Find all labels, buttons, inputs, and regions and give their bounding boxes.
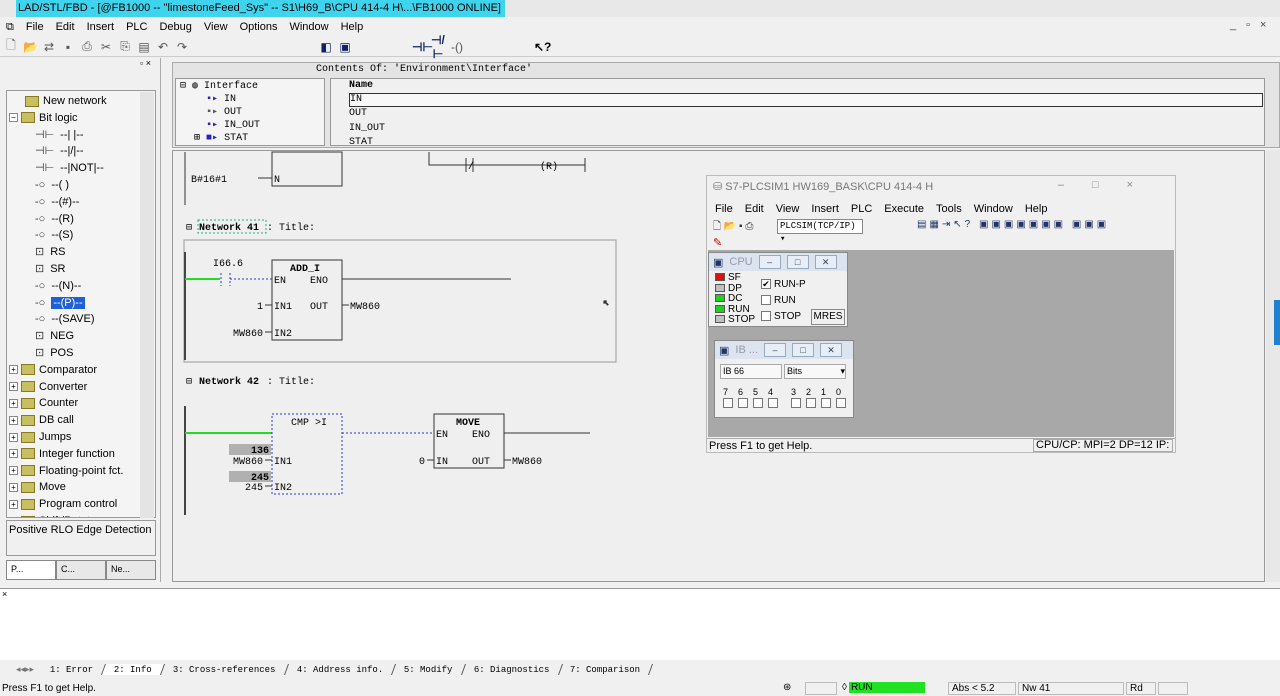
menu-tools[interactable]: Tools — [930, 200, 968, 218]
mode-checkbox-stop[interactable]: STOP — [761, 309, 806, 325]
plcsim-toolbar: 🗋 📂 ▪ ⎙ — [713, 221, 754, 232]
pin-en: EN — [436, 430, 448, 441]
bit-6[interactable]: 6 — [738, 387, 753, 408]
pin-in2: IN2 — [274, 483, 292, 494]
plcsim-title: ⛁ S7-PLCSIM1 HW169_BASK\CPU 414-4 H — [713, 181, 934, 193]
plcsim-insert-toolbar: ▤▦⇥↖? ▣▣▣▣▣▣▣ ▣▣▣ — [917, 219, 1110, 230]
pin-icon[interactable]: ✎ — [713, 236, 722, 249]
tab-output[interactable]: 2: Info — [102, 663, 166, 675]
abs-status: Abs < 5.2 — [948, 682, 1016, 695]
bit-1[interactable]: 1 — [821, 387, 836, 408]
in2-value[interactable]: 245 — [245, 483, 263, 494]
n-input-value: B#16#1 — [191, 175, 227, 186]
pin-in1: IN1 — [274, 457, 292, 468]
network-42-label[interactable]: Network 42 — [199, 376, 259, 388]
menu-execute[interactable]: Execute — [878, 200, 930, 218]
tab-output[interactable]: 7: Comparison — [558, 663, 654, 675]
in-value[interactable]: 0 — [419, 457, 425, 468]
n-pin-label: N — [274, 175, 280, 186]
out-value[interactable]: MW860 — [350, 302, 380, 313]
pin-out: OUT — [310, 302, 328, 313]
cpu-subwindow: ▣ CPU – □ ✕ SF DP DC RUN STOP ✔ RUN-P RUN STOP MRES — [708, 252, 848, 327]
in1-value[interactable]: MW860 — [233, 457, 263, 468]
bit-4[interactable]: 4 — [768, 387, 783, 408]
ib-subwindow: ▣ IB ... – □ ✕ IB 66 Bits ▾ 76543210 — [714, 340, 854, 418]
bit-0[interactable]: 0 — [836, 387, 851, 408]
menu-insert[interactable]: Insert — [805, 200, 845, 218]
network-42-title[interactable]: : Title: — [267, 376, 315, 388]
rd-status: Rd — [1126, 682, 1156, 695]
collapse-icon[interactable]: ⊟ — [186, 223, 192, 234]
bit-7[interactable]: 7 — [723, 387, 738, 408]
tab-output[interactable]: 6: Diagnostics — [461, 663, 563, 675]
contact-address: I66.6 — [213, 259, 243, 270]
pin-in1: IN1 — [274, 302, 292, 313]
menu-file[interactable]: File — [709, 200, 739, 218]
cpu-mode-status: ◊ RUN — [842, 682, 932, 695]
move-box-title[interactable]: MOVE — [456, 418, 480, 429]
reset-coil[interactable]: (R) — [540, 161, 558, 173]
tab-output[interactable]: 1: Error — [38, 663, 107, 675]
tab-output[interactable]: 4: Address info. — [284, 663, 397, 675]
mode-checkbox-run-p[interactable]: ✔ RUN-P — [761, 277, 806, 293]
pin-eno: ENO — [472, 430, 490, 441]
menu-edit[interactable]: Edit — [739, 200, 770, 218]
cmp-box-title[interactable]: CMP >I — [291, 418, 327, 429]
menu-view[interactable]: View — [770, 200, 806, 218]
bit-2[interactable]: 2 — [806, 387, 821, 408]
plcsim-menu: File Edit View Insert PLC Execute Tools Window H… — [709, 200, 1053, 218]
add-i-box-title[interactable]: ADD_I — [290, 264, 320, 275]
pin-out: OUT — [472, 457, 490, 468]
mode-checkbox-run[interactable]: RUN — [761, 293, 806, 309]
pin-eno: ENO — [310, 276, 328, 287]
online-icon: ⊛ — [783, 682, 792, 693]
output-tabs: ◂◂▸▸ 1: Error 2: Info 3: Cross-references 4:… — [0, 660, 1280, 678]
tab-output[interactable]: 5: Modify — [392, 663, 466, 675]
bit-5[interactable]: 5 — [753, 387, 768, 408]
network-status: Nw 41 — [1018, 682, 1124, 695]
bit-3[interactable]: 3 — [791, 387, 806, 408]
in1-value[interactable]: 1 — [257, 302, 263, 313]
pin-en: EN — [274, 276, 286, 287]
output-panel: × — [0, 588, 1280, 660]
status-help: Press F1 to get Help. — [2, 683, 96, 694]
pin-in: IN — [436, 457, 448, 468]
collapse-icon[interactable]: ⊟ — [186, 377, 192, 388]
mouse-cursor-icon: ↖ — [603, 298, 609, 309]
mres-button[interactable]: MRES — [811, 309, 845, 325]
status-bar: Press F1 to get Help. ⊛ ◊ RUN Abs < 5.2 N… — [0, 681, 1280, 696]
menu-window[interactable]: Window — [968, 200, 1019, 218]
network-41-title[interactable]: : Title: — [267, 222, 315, 234]
address-input[interactable]: IB 66 — [720, 364, 782, 379]
in1-live-value: 136 — [251, 446, 269, 457]
format-select[interactable]: Bits ▾ — [784, 364, 846, 379]
led-stop: STOP — [715, 314, 755, 326]
menu-plc[interactable]: PLC — [845, 200, 878, 218]
pin-in2: IN2 — [274, 329, 292, 340]
cpu-cp-status: CPU/CP: MPI=2 DP=12 IP: — [1033, 439, 1173, 452]
plcsim-window-controls[interactable]: –□× — [1058, 179, 1161, 191]
out-value[interactable]: MW860 — [512, 457, 542, 468]
in2-value[interactable]: MW860 — [233, 329, 263, 340]
connection-select[interactable]: PLCSIM(TCP/IP) ▾ — [777, 219, 863, 244]
nc-contact[interactable]: / — [468, 161, 474, 173]
menu-help[interactable]: Help — [1019, 200, 1054, 218]
tab-scroll-arrows[interactable]: ◂◂▸▸ — [16, 664, 34, 675]
tab-output[interactable]: 3: Cross-references — [161, 663, 289, 675]
network-41-label[interactable]: Network 41 — [199, 222, 259, 234]
